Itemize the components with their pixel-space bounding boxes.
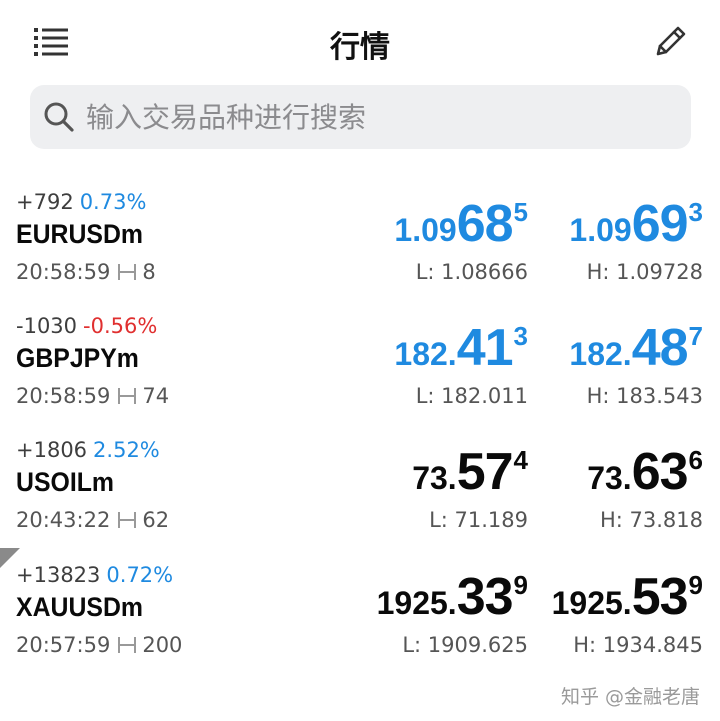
- spread-icon: [118, 512, 137, 528]
- change-info: +792 0.73%: [16, 190, 146, 214]
- bid-price-big: 57: [456, 443, 514, 501]
- quote-meta: 20:58:59 74: [16, 384, 169, 408]
- symbol-name: USOILm: [16, 467, 114, 497]
- quote-row-eurusdm[interactable]: +792 0.73% EURUSDm 20:58:59 8 1.09685 1.0…: [0, 190, 720, 314]
- ask-price-prefix: 1.09: [569, 212, 632, 248]
- change-info: +1806 2.52%: [16, 438, 160, 462]
- spread-value: 8: [142, 260, 156, 284]
- quote-meta: 20:43:22 62: [16, 508, 169, 532]
- ask-price-big: 63: [631, 443, 689, 501]
- search-icon: [44, 102, 74, 132]
- bid-price[interactable]: 73.574: [412, 442, 528, 502]
- ask-price-big: 48: [631, 319, 689, 377]
- bid-price-prefix: 73.: [412, 460, 457, 496]
- spread-value: 200: [142, 633, 183, 657]
- ask-price-prefix: 182.: [569, 336, 632, 372]
- quote-row-usoilm[interactable]: +1806 2.52% USOILm 20:43:22 62 73.574 73.…: [0, 438, 720, 562]
- symbol-name: EURUSDm: [16, 219, 143, 249]
- bid-price-prefix: 182.: [394, 336, 457, 372]
- ask-price[interactable]: 1925.539: [552, 567, 703, 627]
- bid-price-pip: 9: [513, 570, 528, 600]
- ask-price[interactable]: 182.487: [569, 318, 703, 378]
- bid-price-pip: 4: [513, 445, 528, 475]
- ask-price-pip: 6: [688, 445, 703, 475]
- high-price: H: 1934.845: [573, 633, 703, 657]
- bid-price-pip: 5: [513, 197, 528, 227]
- percent-change: -0.56%: [83, 314, 158, 338]
- search-input[interactable]: [86, 92, 666, 142]
- quote-meta: 20:57:59 200: [16, 633, 182, 657]
- bid-price-big: 41: [456, 319, 514, 377]
- search-bar[interactable]: [30, 85, 691, 149]
- ask-price-big: 69: [631, 195, 689, 253]
- spread-icon: [118, 637, 137, 653]
- bid-price-pip: 3: [513, 321, 528, 351]
- spread-icon: [118, 264, 137, 280]
- bid-price[interactable]: 1925.339: [377, 567, 528, 627]
- points-change: +792: [16, 190, 74, 214]
- low-price: L: 1.08666: [415, 260, 528, 284]
- quote-row-gbpjpym[interactable]: -1030 -0.56% GBPJPYm 20:58:59 74 182.413 …: [0, 314, 720, 438]
- low-price: L: 1909.625: [402, 633, 528, 657]
- quote-meta: 20:58:59 8: [16, 260, 156, 284]
- spread-value: 62: [142, 508, 170, 532]
- low-price: L: 182.011: [415, 384, 528, 408]
- change-info: -1030 -0.56%: [16, 314, 157, 338]
- top-bar: 行情: [0, 0, 720, 82]
- ask-price-big: 53: [631, 568, 689, 626]
- high-price: H: 73.818: [599, 508, 703, 532]
- ask-price[interactable]: 1.09693: [569, 194, 703, 254]
- ask-price-prefix: 1925.: [551, 585, 632, 621]
- points-change: +1806: [16, 438, 88, 462]
- low-price: L: 71.189: [429, 508, 528, 532]
- spread-icon: [118, 388, 137, 404]
- watermark: 知乎 @金融老唐: [560, 686, 700, 708]
- change-info: +13823 0.72%: [16, 563, 173, 587]
- bid-price-big: 68: [456, 195, 514, 253]
- ask-price-prefix: 73.: [587, 460, 632, 496]
- quote-row-xauusdm[interactable]: +13823 0.72% XAUUSDm 20:57:59 200 1925.33…: [0, 563, 720, 687]
- spread-value: 74: [142, 384, 170, 408]
- symbol-name: XAUUSDm: [16, 592, 143, 622]
- bid-price[interactable]: 182.413: [394, 318, 528, 378]
- bid-price-prefix: 1.09: [394, 212, 457, 248]
- bid-price[interactable]: 1.09685: [394, 194, 528, 254]
- bid-price-prefix: 1925.: [376, 585, 457, 621]
- pencil-icon[interactable]: [652, 22, 690, 60]
- percent-change: 0.73%: [79, 190, 147, 214]
- quote-time: 20:43:22: [16, 508, 111, 532]
- bid-price-big: 33: [456, 568, 514, 626]
- ask-price[interactable]: 73.636: [587, 442, 703, 502]
- percent-change: 0.72%: [106, 563, 174, 587]
- quote-time: 20:58:59: [16, 384, 111, 408]
- quote-time: 20:57:59: [16, 633, 111, 657]
- corner-marker: [0, 548, 20, 568]
- percent-change: 2.52%: [93, 438, 160, 462]
- points-change: +13823: [16, 563, 101, 587]
- page-title: 行情: [330, 30, 390, 65]
- points-change: -1030: [16, 314, 78, 338]
- high-price: H: 1.09728: [586, 260, 703, 284]
- ask-price-pip: 9: [688, 570, 703, 600]
- ask-price-pip: 7: [688, 321, 703, 351]
- quote-time: 20:58:59: [16, 260, 111, 284]
- ask-price-pip: 3: [688, 197, 703, 227]
- symbol-name: GBPJPYm: [16, 343, 139, 373]
- high-price: H: 183.543: [586, 384, 703, 408]
